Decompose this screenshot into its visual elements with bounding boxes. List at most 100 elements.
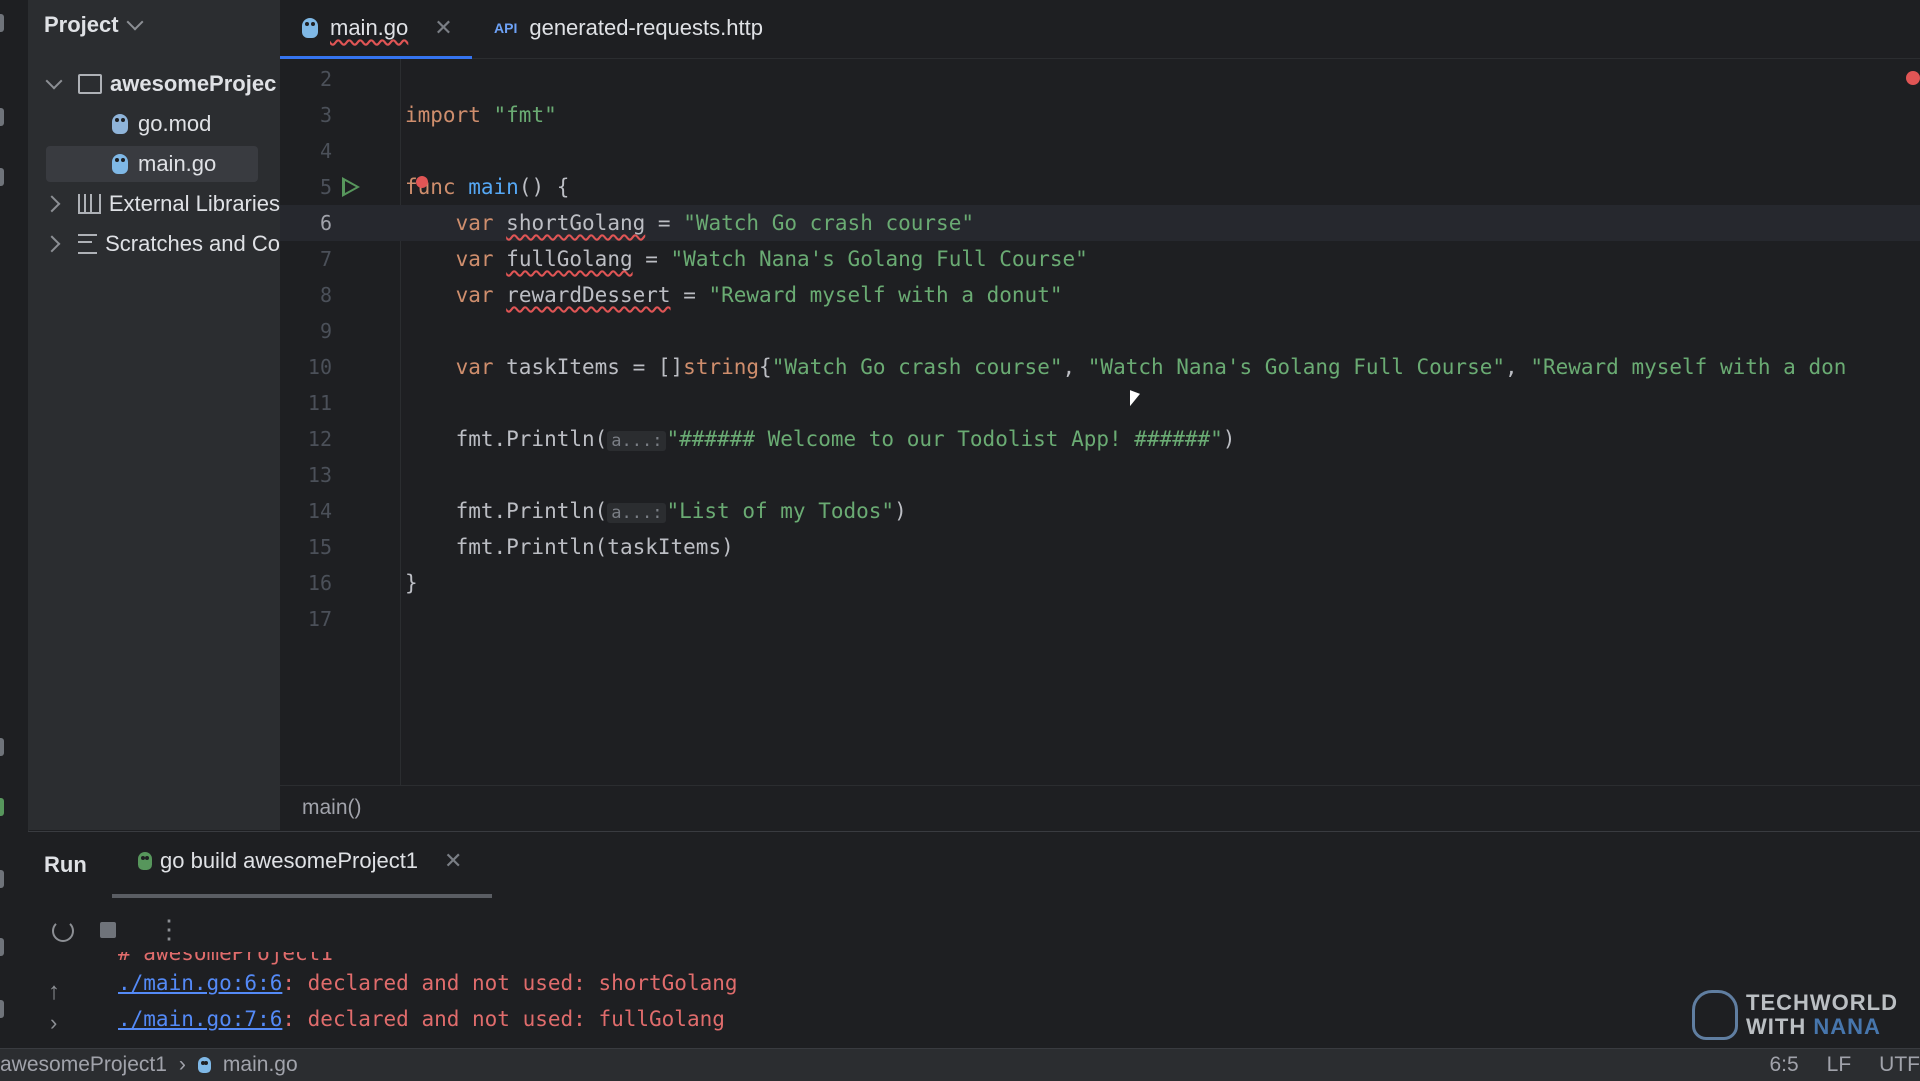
line-number: 6 xyxy=(319,211,332,235)
project-panel-header[interactable]: Project xyxy=(44,10,144,40)
mouse-cursor-icon xyxy=(1130,390,1140,410)
code-line: 9 xyxy=(280,313,1920,349)
go-file-icon xyxy=(197,1057,211,1073)
line-number: 10 xyxy=(307,355,332,379)
strip-problems-icon[interactable] xyxy=(0,938,4,956)
run-config-tab[interactable]: go build awesomeProject1 ✕ xyxy=(138,848,462,874)
project-title: Project xyxy=(44,12,119,37)
tab-label: generated-requests.http xyxy=(529,15,763,40)
console-link[interactable]: ./main.go:7:6 xyxy=(118,1007,282,1031)
watermark-logo: TECHWORLD WITH NANA xyxy=(1692,990,1898,1040)
strip-commit-icon[interactable] xyxy=(0,108,4,126)
line-number: 16 xyxy=(307,571,332,595)
error-badge-icon[interactable] xyxy=(416,176,428,188)
line-number: 9 xyxy=(319,319,332,343)
editor-tab-bar: main.go ✕ API generated-requests.http xyxy=(280,0,1920,60)
tree-item-label: go.mod xyxy=(138,111,212,136)
strip-terminal-icon[interactable] xyxy=(0,870,4,888)
console-output[interactable]: # awesomeProject1 ./main.go:6:6: declare… xyxy=(28,952,1920,1049)
tree-item-scratches[interactable]: Scratches and Co xyxy=(28,226,280,262)
console-line: ./main.go:7:6: declared and not used: fu… xyxy=(118,1007,725,1031)
editor-breadcrumb-bar: main() xyxy=(280,785,1920,831)
run-tool-window: Run go build awesomeProject1 ✕ ⋮ ↑ › # a… xyxy=(28,831,1920,1049)
code-line: 7 var fullGolang = "Watch Nana's Golang … xyxy=(280,241,1920,277)
rerun-icon[interactable] xyxy=(52,920,74,942)
console-line: ./main.go:6:6: declared and not used: sh… xyxy=(118,971,738,995)
code-line: 2 xyxy=(280,61,1920,97)
chevron-right-icon[interactable] xyxy=(43,195,61,213)
line-number: 8 xyxy=(319,283,332,307)
status-bar: awesomeProject1 › main.go 6:5 LF UTF xyxy=(0,1048,1920,1081)
code-line: 17 xyxy=(280,601,1920,637)
status-line-ending[interactable]: LF xyxy=(1827,1053,1852,1077)
line-number: 5 xyxy=(319,175,332,199)
console-link[interactable]: ./main.go:6:6 xyxy=(118,971,282,995)
tree-item-external-libraries[interactable]: External Libraries xyxy=(28,186,280,222)
code-text: var taskItems = []string{"Watch Go crash… xyxy=(455,355,1847,379)
parameter-hint: a...: xyxy=(607,431,667,451)
code-line: 13 xyxy=(280,457,1920,493)
close-icon[interactable]: ✕ xyxy=(444,848,462,874)
chevron-down-icon[interactable] xyxy=(126,13,144,31)
code-text: fmt.Println(taskItems) xyxy=(455,535,734,559)
api-icon: API xyxy=(494,20,518,36)
breadcrumb-function[interactable]: main() xyxy=(302,796,362,820)
tree-item-go-mod[interactable]: go.mod xyxy=(28,106,280,142)
go-run-icon xyxy=(138,852,152,870)
strip-git-icon[interactable] xyxy=(0,1000,4,1018)
run-tab-label: go build awesomeProject1 xyxy=(160,848,419,873)
parameter-hint: a...: xyxy=(607,503,667,523)
chevron-down-icon[interactable] xyxy=(45,72,63,90)
folder-icon xyxy=(78,74,102,94)
run-panel-title: Run xyxy=(44,852,87,877)
tree-item-project-root[interactable]: awesomeProjec xyxy=(28,66,280,102)
line-number: 15 xyxy=(307,535,332,559)
code-line: 10 var taskItems = []string{"Watch Go cr… xyxy=(280,349,1920,385)
code-line-current: 6 var shortGolang = "Watch Go crash cour… xyxy=(280,205,1920,241)
status-project[interactable]: awesomeProject1 xyxy=(0,1053,167,1077)
strip-services-icon[interactable] xyxy=(0,738,4,756)
tool-window-strip xyxy=(0,0,29,1048)
run-gutter-icon[interactable] xyxy=(342,177,360,197)
line-number: 2 xyxy=(319,67,332,91)
tree-item-label: main.go xyxy=(138,151,217,176)
tab-generated-requests[interactable]: API generated-requests.http xyxy=(494,0,763,56)
code-line: 15 fmt.Println(taskItems) xyxy=(280,529,1920,565)
code-text: fmt.Println(a...: "List of my Todos") xyxy=(455,499,907,523)
code-editor[interactable]: 2 3 import "fmt" 4 5 func main() { 6 var… xyxy=(280,59,1920,785)
code-line: 16 } xyxy=(280,565,1920,601)
code-text: var shortGolang = "Watch Go crash course… xyxy=(455,211,974,235)
more-options-icon[interactable]: ⋮ xyxy=(156,914,182,945)
chevron-right-icon[interactable] xyxy=(43,235,61,253)
status-caret-position[interactable]: 6:5 xyxy=(1769,1053,1798,1077)
status-file[interactable]: main.go xyxy=(223,1053,298,1077)
line-number: 7 xyxy=(319,247,332,271)
line-number: 14 xyxy=(307,499,332,523)
code-text: } xyxy=(405,571,418,595)
code-text: fmt.Println(a...: "###### Welcome to our … xyxy=(455,427,1236,451)
tree-item-main-go[interactable]: main.go xyxy=(46,146,258,182)
code-line: 4 xyxy=(280,133,1920,169)
code-line: 3 import "fmt" xyxy=(280,97,1920,133)
go-file-icon xyxy=(302,18,318,38)
line-number: 4 xyxy=(319,139,332,163)
line-number: 12 xyxy=(307,427,332,451)
code-line: 8 var rewardDessert = "Reward myself wit… xyxy=(280,277,1920,313)
strip-structure-icon[interactable] xyxy=(0,168,4,186)
tree-item-label: External Libraries xyxy=(108,191,280,216)
tab-main-go[interactable]: main.go ✕ xyxy=(302,0,453,56)
code-text: var fullGolang = "Watch Nana's Golang Fu… xyxy=(455,247,1088,271)
code-line: 5 func main() { xyxy=(280,169,1920,205)
stop-icon[interactable] xyxy=(100,922,116,938)
close-icon[interactable]: ✕ xyxy=(434,15,452,41)
console-line: # awesomeProject1 xyxy=(118,952,333,965)
chevron-right-icon: › xyxy=(178,1053,186,1076)
code-line: 14 fmt.Println(a...: "List of my Todos") xyxy=(280,493,1920,529)
library-icon xyxy=(77,194,101,214)
strip-run-icon[interactable] xyxy=(0,798,4,816)
line-number: 17 xyxy=(307,607,332,631)
status-encoding[interactable]: UTF xyxy=(1879,1053,1920,1077)
strip-project-icon[interactable] xyxy=(0,14,4,32)
status-breadcrumb: awesomeProject1 › main.go xyxy=(0,1053,298,1077)
code-text: import "fmt" xyxy=(405,103,557,127)
